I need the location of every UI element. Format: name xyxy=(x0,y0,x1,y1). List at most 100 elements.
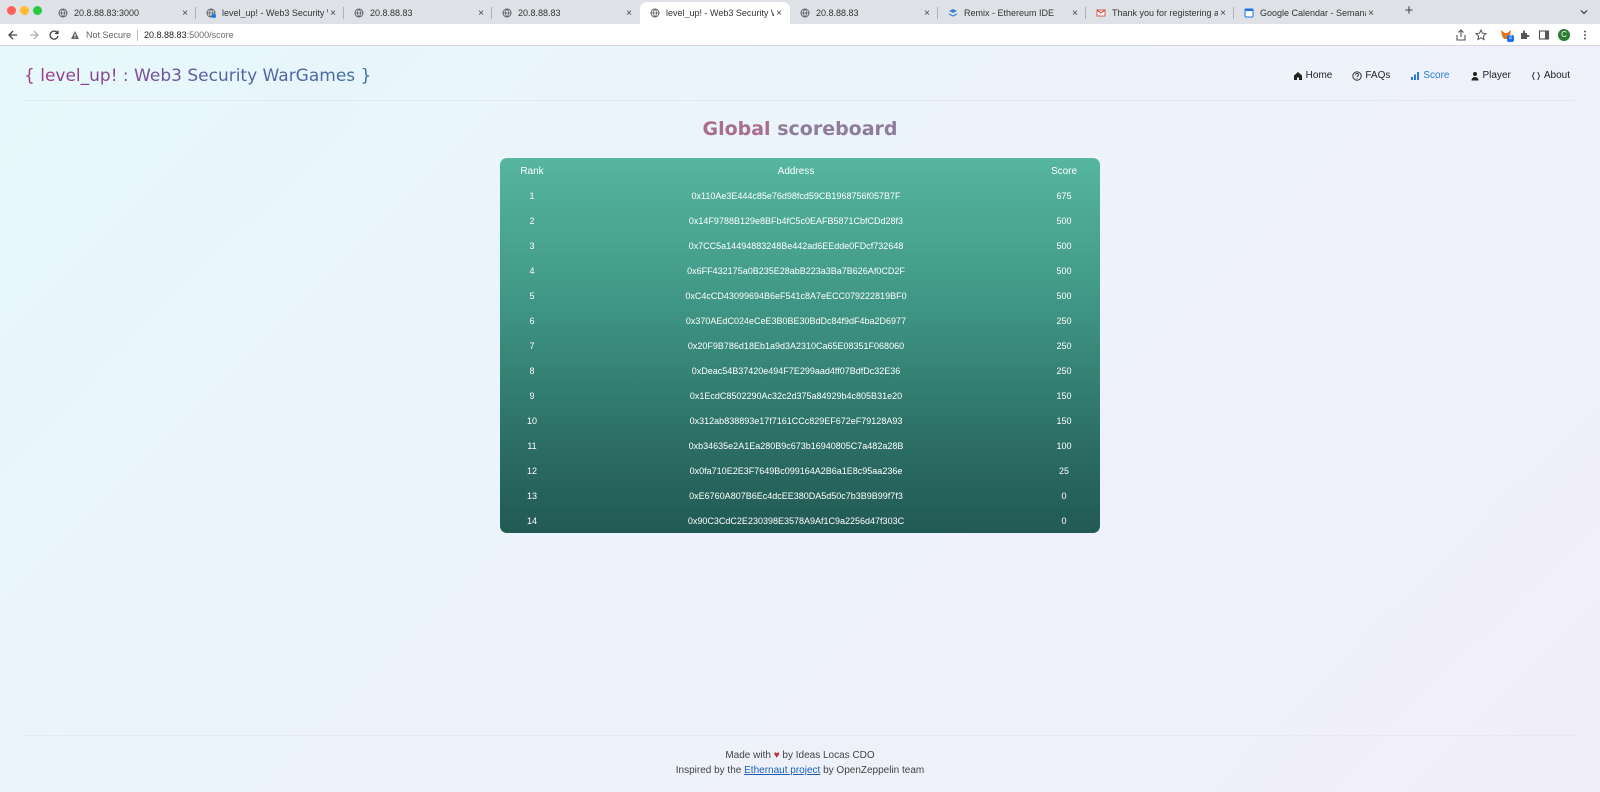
table-row: 6 0x370AEdC024eCeE3B0BE30BdDc84f9dF4ba2D6… xyxy=(500,308,1100,333)
rank-cell: 2 xyxy=(529,215,535,226)
nav-home[interactable]: Home xyxy=(1293,70,1333,81)
tab-close-icon[interactable]: × xyxy=(774,8,784,19)
browser-tab-strip: 20.8.88.83:3000 × level_up! - Web3 Secur… xyxy=(0,0,1600,24)
remix-icon xyxy=(948,8,958,18)
back-arrow-icon[interactable] xyxy=(6,28,20,42)
metamask-extension-icon[interactable]: 2 xyxy=(1499,28,1514,42)
footer-made-with: Made with ♥ by Ideas Locas CDO xyxy=(0,748,1600,763)
tab-close-icon[interactable]: × xyxy=(1366,8,1376,19)
bookmark-star-icon[interactable] xyxy=(1474,28,1488,42)
browser-tab[interactable]: 20.8.88.83:3000 × xyxy=(48,2,196,24)
table-row: 1 0x110Ae3E444c85e76d98fcd59CB1968756f057… xyxy=(500,183,1100,208)
tab-title: 20.8.88.83:3000 xyxy=(74,8,140,18)
tab-close-icon[interactable]: × xyxy=(328,8,338,19)
home-icon xyxy=(1293,71,1302,80)
side-panel-icon[interactable] xyxy=(1537,28,1551,42)
score-cell: 675 xyxy=(1056,190,1072,201)
score-cell: 250 xyxy=(1056,340,1072,351)
rank-cell: 13 xyxy=(526,490,537,501)
table-row: 10 0x312ab838893e17f7161CCc829EF672eF7912… xyxy=(500,408,1100,433)
rank-cell: 14 xyxy=(526,515,537,526)
address-cell: 0x0fa710E2E3F7649Bc099164A2B6a1E8c95aa23… xyxy=(689,465,903,476)
globe-icon xyxy=(800,8,810,18)
nav-faqs[interactable]: FAQs xyxy=(1352,70,1390,81)
kebab-menu-icon[interactable] xyxy=(1578,28,1592,42)
table-row: 7 0x20F9B786d18Eb1a9d3A2310Ca65E08351F068… xyxy=(500,333,1100,358)
scoreboard-table: Rank Address Score 1 0x110Ae3E444c85e76d9… xyxy=(500,158,1100,533)
forward-arrow-icon[interactable] xyxy=(27,28,41,42)
browser-tab[interactable]: Thank you for registering at #D... × xyxy=(1086,2,1234,24)
main-nav: Home FAQs Score Player About xyxy=(1293,70,1570,81)
tab-close-icon[interactable]: × xyxy=(180,8,190,19)
page-title-word-1: Global xyxy=(702,118,771,140)
address-bar[interactable]: Not Secure 20.8.88.83:5000/score xyxy=(70,26,1550,44)
chevron-down-icon[interactable] xyxy=(1578,5,1590,17)
ethernaut-project-link[interactable]: Ethernaut project xyxy=(744,765,820,776)
window-close-button[interactable] xyxy=(7,6,16,15)
score-cell: 150 xyxy=(1056,415,1072,426)
new-tab-button[interactable]: + xyxy=(1401,3,1417,19)
address-cell: 0x20F9B786d18Eb1a9d3A2310Ca65E08351F0680… xyxy=(687,340,905,351)
nav-label: Score xyxy=(1423,70,1450,81)
address-cell: 0x90C3CdC2E230398E3578A9Af1C9a2256d47f30… xyxy=(687,515,905,526)
column-header-address: Address xyxy=(777,166,815,177)
address-cell: 0x370AEdC024eCeE3B0BE30BdDc84f9dF4ba2D69… xyxy=(685,315,907,326)
table-row: 14 0x90C3CdC2E230398E3578A9Af1C9a2256d47f… xyxy=(500,508,1100,533)
rank-cell: 4 xyxy=(529,265,535,276)
nav-score[interactable]: Score xyxy=(1410,70,1450,81)
reload-icon[interactable] xyxy=(47,28,61,42)
score-cell: 500 xyxy=(1056,215,1072,226)
nav-about[interactable]: About xyxy=(1531,70,1570,81)
score-cell: 25 xyxy=(1058,465,1069,476)
score-cell: 250 xyxy=(1056,365,1072,376)
window-minimize-button[interactable] xyxy=(20,6,29,15)
profile-avatar[interactable]: C xyxy=(1557,28,1571,42)
footer-inspired-by: Inspired by the Ethernaut project by Ope… xyxy=(0,763,1600,778)
window-zoom-button[interactable] xyxy=(33,6,42,15)
tab-close-icon[interactable]: × xyxy=(1218,8,1228,19)
tab-close-icon[interactable]: × xyxy=(476,8,486,19)
page-footer: Made with ♥ by Ideas Locas CDO Inspired … xyxy=(0,748,1600,778)
score-cell: 250 xyxy=(1056,315,1072,326)
tab-title: 20.8.88.83 xyxy=(816,8,859,18)
browser-tab[interactable]: Remix - Ethereum IDE × xyxy=(938,2,1086,24)
share-icon[interactable] xyxy=(1454,28,1468,42)
tab-title: level_up! - Web3 Security War... xyxy=(222,8,328,18)
rank-cell: 9 xyxy=(529,390,535,401)
score-cell: 500 xyxy=(1056,290,1072,301)
nav-player[interactable]: Player xyxy=(1470,70,1511,81)
address-cell: 0xC4cCD43099694B6eF541c8A7eECC079222819B… xyxy=(685,290,907,301)
browser-tab[interactable]: level_up! - Web3 Security War... × xyxy=(196,2,344,24)
rank-cell: 10 xyxy=(526,415,537,426)
globe-icon xyxy=(58,8,68,18)
address-cell: 0x14F9788B129e8BFb4fC5c0EAFB5871CbfCDd28… xyxy=(688,215,904,226)
rank-cell: 6 xyxy=(529,315,535,326)
rank-cell: 1 xyxy=(529,190,535,201)
tab-close-icon[interactable]: × xyxy=(922,8,932,19)
nav-label: Player xyxy=(1482,70,1511,81)
browser-tab[interactable]: 20.8.88.83 × xyxy=(492,2,640,24)
browser-tab[interactable]: 20.8.88.83 × xyxy=(344,2,492,24)
security-label[interactable]: Not Secure xyxy=(86,30,131,40)
table-row: 4 0x6FF432175a0B235E28abB223a3Ba7B626Af0C… xyxy=(500,258,1100,283)
score-cell: 150 xyxy=(1056,390,1072,401)
puzzle-extensions-icon[interactable] xyxy=(1518,28,1532,42)
nav-label: Home xyxy=(1305,70,1333,81)
score-cell: 500 xyxy=(1056,240,1072,251)
browser-tab-active[interactable]: level_up! - Web3 Security War... × xyxy=(640,2,790,24)
footer-made-with-suffix: by Ideas Locas CDO xyxy=(782,750,875,761)
warning-triangle-icon[interactable] xyxy=(70,30,80,40)
address-cell: 0x312ab838893e17f7161CCc829EF672eF79128A… xyxy=(689,415,903,426)
browser-tab[interactable]: 20.8.88.83 × xyxy=(790,2,938,24)
tab-title: 20.8.88.83 xyxy=(518,8,561,18)
tab-close-icon[interactable]: × xyxy=(624,8,634,19)
browser-tab[interactable]: Google Calendar - Semana del... × xyxy=(1234,2,1382,24)
tab-close-icon[interactable]: × xyxy=(1070,8,1080,19)
globe-icon xyxy=(502,8,512,18)
site-brand[interactable]: { level_up! : Web3 Security WarGames } xyxy=(24,66,371,86)
rank-cell: 8 xyxy=(529,365,535,376)
column-header-score: Score xyxy=(1050,166,1078,177)
page-title: Global scoreboard xyxy=(0,118,1600,140)
nav-label: FAQs xyxy=(1365,70,1391,81)
rank-cell: 3 xyxy=(529,240,535,251)
